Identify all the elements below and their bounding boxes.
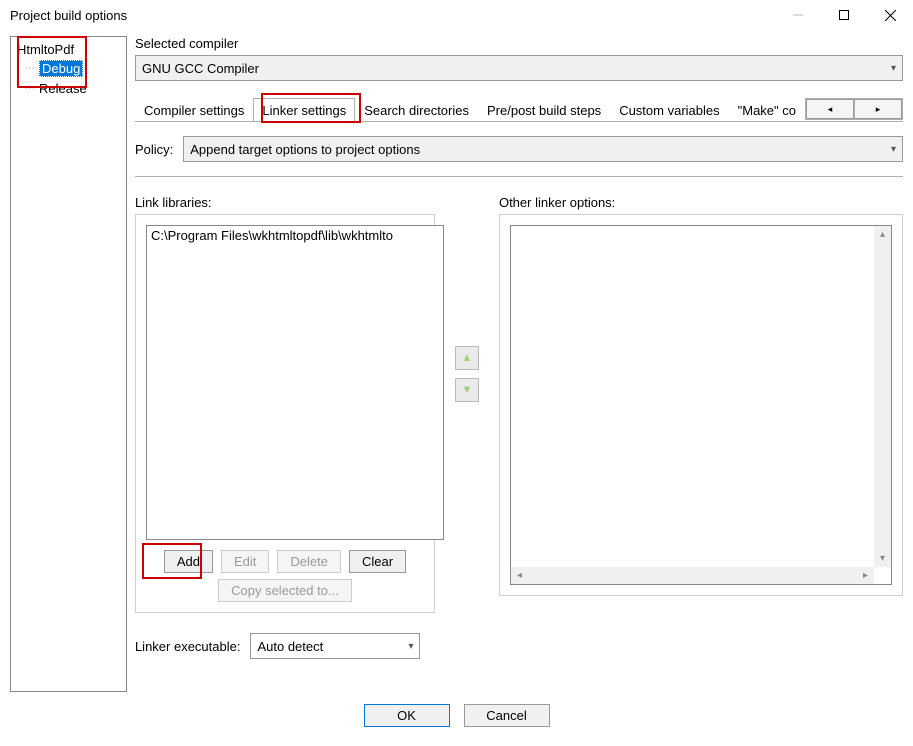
horizontal-scrollbar[interactable]: ◂ ▸ xyxy=(511,567,874,584)
tab-scroll-left-button[interactable]: ◂ xyxy=(806,99,854,119)
right-pane: Selected compiler GNU GCC Compiler ▾ Com… xyxy=(135,36,903,692)
selected-compiler-label: Selected compiler xyxy=(135,36,903,51)
delete-button: Delete xyxy=(277,550,341,573)
tab-search-directories[interactable]: Search directories xyxy=(355,98,478,121)
policy-label: Policy: xyxy=(135,142,173,157)
vertical-scrollbar[interactable]: ▴ ▾ xyxy=(874,226,891,567)
target-tree[interactable]: HtmltoPdf ⋯ Debug ⋯ Release xyxy=(10,36,127,692)
chevron-down-icon: ▾ xyxy=(891,144,896,155)
close-button[interactable] xyxy=(867,0,913,30)
tab-make-commands[interactable]: "Make" co xyxy=(729,98,805,121)
tab-linker-settings[interactable]: Linker settings xyxy=(253,98,355,121)
list-item[interactable]: C:\Program Files\wkhtmltopdf\lib\wkhtmlt… xyxy=(151,228,439,243)
tab-scroll-right-button[interactable]: ▸ xyxy=(854,99,902,119)
link-libraries-list[interactable]: C:\Program Files\wkhtmltopdf\lib\wkhtmlt… xyxy=(146,225,444,540)
window-title: Project build options xyxy=(10,8,127,23)
clear-button[interactable]: Clear xyxy=(349,550,406,573)
other-linker-textarea[interactable]: ▴ ▾ ◂ ▸ xyxy=(510,225,892,585)
tab-compiler-settings[interactable]: Compiler settings xyxy=(135,98,253,121)
minimize-button[interactable] xyxy=(775,0,821,30)
reorder-arrows: ▲ ▼ xyxy=(455,135,479,613)
edit-button: Edit xyxy=(221,550,269,573)
chevron-down-icon: ▾ xyxy=(408,641,413,652)
scroll-up-icon: ▴ xyxy=(874,226,891,243)
selected-compiler-combo[interactable]: GNU GCC Compiler ▾ xyxy=(135,55,903,81)
scroll-right-icon: ▸ xyxy=(857,567,874,584)
dialog-footer: OK Cancel xyxy=(0,692,913,739)
tree-connector-icon: ⋯ xyxy=(25,83,35,94)
maximize-button[interactable] xyxy=(821,0,867,30)
tab-scroll: ◂ ▸ xyxy=(805,98,903,120)
linker-exec-label: Linker executable: xyxy=(135,639,241,654)
tree-item-debug[interactable]: ⋯ Debug xyxy=(23,58,124,78)
tab-custom-variables[interactable]: Custom variables xyxy=(610,98,728,121)
linker-exec-combo[interactable]: Auto detect ▾ xyxy=(250,633,420,659)
move-down-button[interactable]: ▼ xyxy=(455,378,479,402)
window-controls xyxy=(775,0,913,30)
other-linker-label: Other linker options: xyxy=(499,195,903,210)
cancel-button[interactable]: Cancel xyxy=(464,704,550,727)
tree-item-release[interactable]: ⋯ Release xyxy=(23,78,124,98)
copy-selected-button: Copy selected to... xyxy=(218,579,352,602)
tab-pre-post-build[interactable]: Pre/post build steps xyxy=(478,98,610,121)
link-libraries-group: Link libraries: C:\Program Files\wkhtmlt… xyxy=(135,195,435,613)
tree-root[interactable]: HtmltoPdf xyxy=(13,41,124,58)
chevron-down-icon: ▾ xyxy=(891,63,896,74)
tree-connector-icon: ⋯ xyxy=(25,63,35,74)
scroll-down-icon: ▾ xyxy=(874,550,891,567)
other-linker-group: Other linker options: ▴ ▾ ◂ ▸ xyxy=(499,195,903,613)
scroll-left-icon: ◂ xyxy=(511,567,528,584)
add-button[interactable]: Add xyxy=(164,550,213,573)
tab-bar: Compiler settings Linker settings Search… xyxy=(135,97,903,122)
ok-button[interactable]: OK xyxy=(364,704,450,727)
link-libraries-label: Link libraries: xyxy=(135,195,435,210)
policy-combo[interactable]: Append target options to project options… xyxy=(183,136,903,162)
move-up-button[interactable]: ▲ xyxy=(455,346,479,370)
title-bar: Project build options xyxy=(0,0,913,30)
